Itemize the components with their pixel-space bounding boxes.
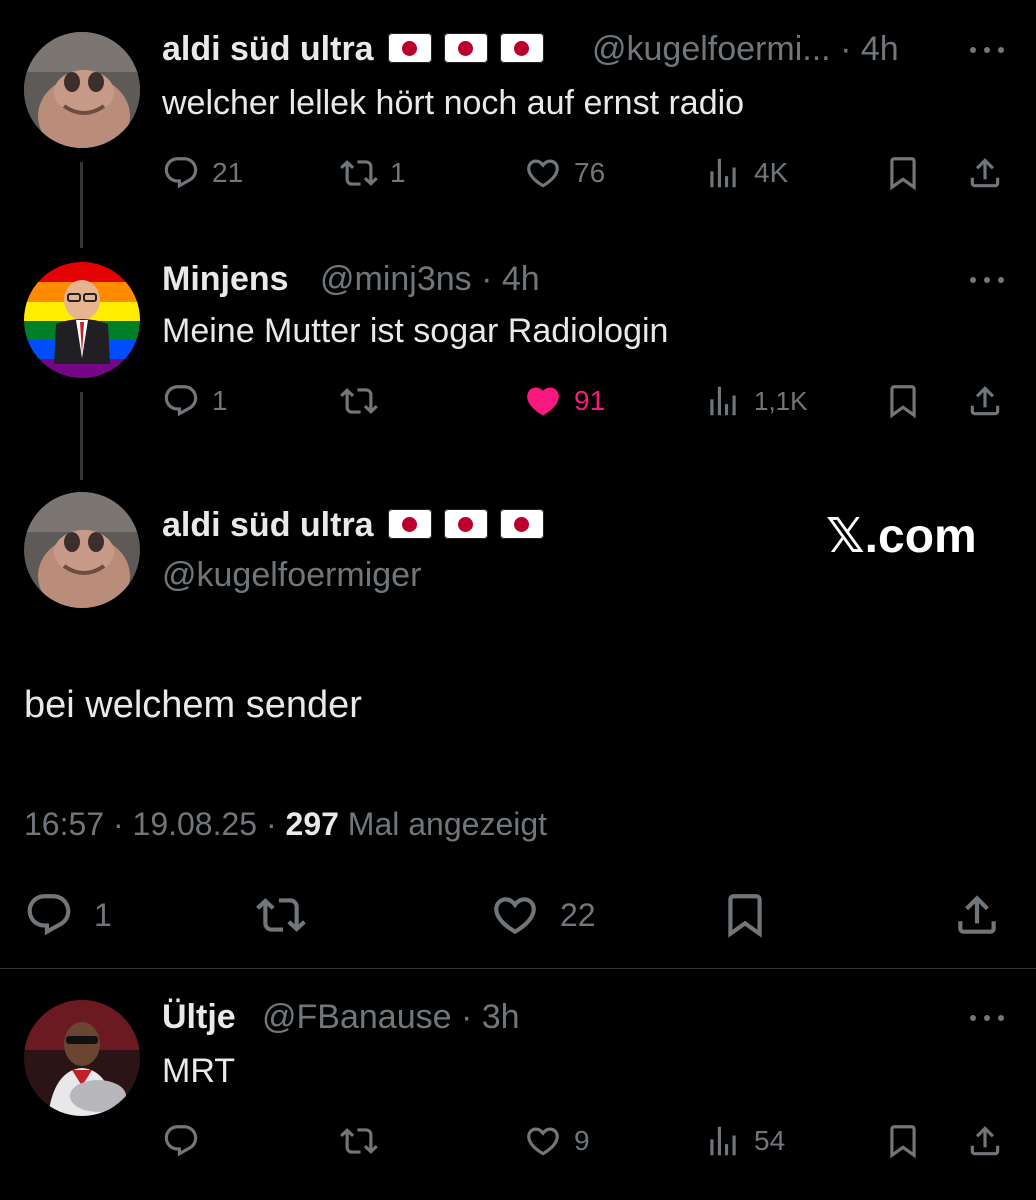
timestamp: 16:57 · 19.08.25 · bbox=[24, 806, 277, 842]
author-handle[interactable]: @FBanause · 3h bbox=[262, 998, 520, 1037]
author-name[interactable]: Minjens bbox=[162, 260, 289, 299]
reply-button[interactable]: 21 bbox=[162, 154, 243, 192]
retweet-icon bbox=[340, 382, 378, 420]
reply-button[interactable]: 1 bbox=[24, 890, 112, 940]
share-button[interactable] bbox=[952, 890, 1002, 940]
like-button[interactable]: 9 bbox=[524, 1122, 590, 1160]
retweet-button[interactable] bbox=[340, 382, 390, 420]
reply-icon bbox=[162, 154, 200, 192]
avatar-image bbox=[24, 262, 140, 378]
share-button[interactable] bbox=[966, 382, 1004, 420]
divider bbox=[0, 968, 1036, 969]
tweet-text: MRT bbox=[162, 1052, 236, 1090]
tweet-text: Meine Mutter ist sogar Radiologin bbox=[162, 312, 669, 350]
retweet-icon bbox=[256, 890, 306, 940]
thread-line bbox=[80, 162, 83, 248]
avatar[interactable] bbox=[24, 262, 140, 378]
tweet-time: · 4h bbox=[840, 30, 899, 68]
share-icon bbox=[966, 154, 1004, 192]
author-handle[interactable]: @kugelfoermi... · 4h bbox=[592, 30, 899, 69]
share-icon bbox=[966, 1122, 1004, 1160]
more-icon[interactable] bbox=[970, 45, 1006, 55]
views-button[interactable]: 1,1K bbox=[704, 382, 808, 420]
bookmark-icon bbox=[884, 154, 922, 192]
avatar-image bbox=[24, 492, 140, 608]
avatar[interactable] bbox=[24, 1000, 140, 1116]
bookmark-button[interactable] bbox=[884, 154, 922, 192]
reply-button[interactable] bbox=[162, 1122, 200, 1160]
reply-icon bbox=[162, 382, 200, 420]
views-icon bbox=[704, 1122, 742, 1160]
views-label: Mal angezeigt bbox=[347, 806, 548, 842]
reply-icon bbox=[24, 890, 74, 940]
more-icon[interactable] bbox=[970, 275, 1006, 285]
author-handle[interactable]: @minj3ns · 4h bbox=[320, 260, 540, 299]
reply-icon bbox=[162, 1122, 200, 1160]
tweet-time: · 3h bbox=[460, 998, 520, 1036]
views-icon bbox=[704, 382, 742, 420]
avatar[interactable] bbox=[24, 492, 140, 608]
flag-japan-icon bbox=[387, 33, 544, 64]
avatar-image bbox=[24, 1000, 140, 1116]
more-icon[interactable] bbox=[970, 1013, 1006, 1023]
share-icon bbox=[952, 890, 1002, 940]
brand-watermark: 𝕏.com bbox=[826, 510, 977, 563]
share-icon bbox=[966, 382, 1004, 420]
thread-line bbox=[80, 392, 83, 480]
author-name[interactable]: aldi süd ultra bbox=[162, 30, 544, 69]
like-button[interactable]: 91 bbox=[524, 382, 605, 420]
tweet-time: · 4h bbox=[481, 260, 540, 298]
share-button[interactable] bbox=[966, 154, 1004, 192]
retweet-icon bbox=[340, 1122, 378, 1160]
like-button[interactable]: 76 bbox=[524, 154, 605, 192]
author-name[interactable]: Ültje bbox=[162, 998, 236, 1037]
reply-button[interactable]: 1 bbox=[162, 382, 228, 420]
retweet-icon bbox=[340, 154, 378, 192]
like-icon bbox=[524, 1122, 562, 1160]
author-handle[interactable]: @kugelfoermiger bbox=[162, 556, 421, 595]
retweet-button[interactable] bbox=[256, 890, 306, 940]
avatar[interactable] bbox=[24, 32, 140, 148]
retweet-button[interactable]: 1 bbox=[340, 154, 406, 192]
views-icon bbox=[704, 154, 742, 192]
like-icon bbox=[490, 890, 540, 940]
views-count: 297 bbox=[285, 806, 339, 842]
bookmark-icon bbox=[720, 890, 770, 940]
like-icon bbox=[524, 382, 562, 420]
tweet-text: bei welchem sender bbox=[24, 684, 362, 726]
share-button[interactable] bbox=[966, 1122, 1004, 1160]
bookmark-icon bbox=[884, 382, 922, 420]
tweet-meta: 16:57 · 19.08.25 · 297 Mal angezeigt bbox=[24, 806, 547, 843]
views-button[interactable]: 4K bbox=[704, 154, 788, 192]
bookmark-button[interactable] bbox=[720, 890, 770, 940]
retweet-button[interactable] bbox=[340, 1122, 378, 1160]
like-icon bbox=[524, 154, 562, 192]
views-button[interactable]: 54 bbox=[704, 1122, 785, 1160]
author-name[interactable]: aldi süd ultra bbox=[162, 506, 544, 545]
like-button[interactable]: 22 bbox=[490, 890, 596, 940]
avatar-image bbox=[24, 32, 140, 148]
tweet-text: welcher lellek hört noch auf ernst radio bbox=[162, 84, 745, 122]
bookmark-button[interactable] bbox=[884, 1122, 922, 1160]
bookmark-button[interactable] bbox=[884, 382, 922, 420]
flag-japan-icon bbox=[387, 509, 544, 540]
bookmark-icon bbox=[884, 1122, 922, 1160]
